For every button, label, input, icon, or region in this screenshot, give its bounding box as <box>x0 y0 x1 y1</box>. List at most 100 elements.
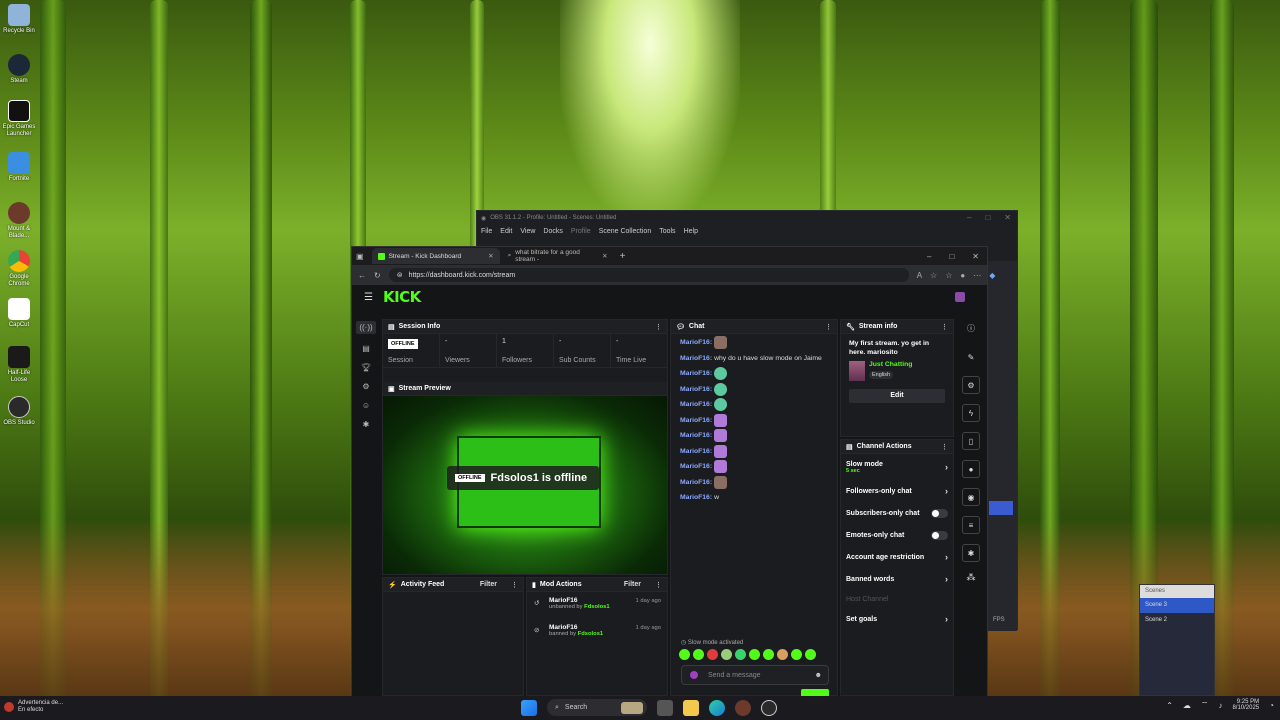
desktop-icon-obs[interactable]: OBS Studio <box>2 396 36 427</box>
minimize-icon[interactable]: – <box>927 252 931 261</box>
tab-bitrate-search[interactable]: ⌕ what bitrate for a good stream - ✕ <box>502 248 614 264</box>
more-options-icon[interactable]: ⋮ <box>941 323 948 331</box>
mount-blade-taskbar-icon[interactable] <box>735 699 751 716</box>
tab-actions-icon[interactable]: ▣ <box>356 252 364 261</box>
more-options-icon[interactable]: ⋮ <box>941 443 948 451</box>
menu-edit[interactable]: Edit <box>500 228 512 235</box>
read-aloud-icon[interactable]: A <box>917 271 922 280</box>
menu-profile[interactable]: Profile <box>571 228 591 235</box>
bot-icon[interactable]: ⚙ <box>962 376 980 394</box>
profile-avatar-icon[interactable]: ● <box>960 271 965 280</box>
emote-icon[interactable] <box>693 649 704 660</box>
scene-item[interactable]: Scene 3 <box>1140 598 1214 613</box>
chat-message-input[interactable]: Send a message ☻ <box>681 665 829 685</box>
emote-icon[interactable] <box>805 649 816 660</box>
emote-icon[interactable] <box>791 649 802 660</box>
tab-kick-dashboard[interactable]: Stream - Kick Dashboard ✕ <box>371 248 500 264</box>
favorites-icon[interactable]: ☆ <box>945 271 952 280</box>
chat-username[interactable]: MarioF16: <box>680 417 712 424</box>
desktop-icon-capcut[interactable]: CapCut <box>2 298 36 329</box>
taskbar-notification[interactable]: Advertencia de... En efecto <box>4 700 63 714</box>
desktop-icon-half-life[interactable]: Half-Life Loose <box>2 346 36 384</box>
category-name[interactable]: Just Chatting <box>869 361 912 368</box>
task-view-icon[interactable] <box>657 699 673 716</box>
taskbar-search[interactable]: ⌕ Search <box>547 699 647 716</box>
emote-icon[interactable] <box>763 649 774 660</box>
notification-bell-icon[interactable]: ◔ <box>1269 701 1274 710</box>
trophy-nav-icon[interactable]: 🏆︎ <box>361 363 371 372</box>
back-icon[interactable]: ← <box>358 271 366 280</box>
emote-icon[interactable] <box>721 649 732 660</box>
obs-taskbar-icon[interactable] <box>761 699 777 716</box>
lightning-icon[interactable]: ϟ <box>962 404 980 422</box>
chevron-up-icon[interactable]: ⌃ <box>1166 701 1173 710</box>
stack-icon[interactable]: ≡ <box>962 516 980 534</box>
new-tab-icon[interactable]: + <box>620 251 626 262</box>
emote-icon[interactable] <box>777 649 788 660</box>
close-icon[interactable]: ✕ <box>972 252 979 261</box>
subscribers-only-toggle[interactable] <box>931 508 948 518</box>
more-options-icon[interactable]: ⋮ <box>825 323 832 331</box>
scene-item[interactable]: Scene 2 <box>1140 613 1214 628</box>
chat-username[interactable]: MarioF16: <box>680 355 712 362</box>
bot-nav-icon[interactable]: ⚙ <box>362 382 369 391</box>
chat-username[interactable]: MarioF16: <box>680 448 712 455</box>
chat-username[interactable]: MarioF16: <box>680 494 712 501</box>
edit-pencil-icon[interactable]: ✎ <box>962 348 980 366</box>
obs-selected-row[interactable] <box>989 501 1013 515</box>
info-icon[interactable]: ⓘ <box>967 323 975 334</box>
more-options-icon[interactable]: ⋮ <box>655 323 662 331</box>
chat-username[interactable]: MarioF16: <box>680 370 712 377</box>
clock[interactable]: 9:25 PM 8/10/2025 <box>1232 699 1259 711</box>
menu-view[interactable]: View <box>520 228 535 235</box>
chat-username[interactable]: MarioF16: <box>680 401 712 408</box>
emotes-only-toggle[interactable] <box>931 530 948 540</box>
close-tab-icon[interactable]: ✕ <box>488 252 493 260</box>
favorite-star-icon[interactable]: ☆ <box>930 271 937 280</box>
close-icon[interactable]: ✕ <box>1004 213 1011 222</box>
more-options-icon[interactable]: ⋮ <box>511 581 518 589</box>
network-icon[interactable]: ⌔ <box>1201 700 1209 710</box>
menu-tools[interactable]: Tools <box>659 228 675 235</box>
desktop-icon-steam[interactable]: Steam <box>2 54 36 85</box>
menu-file[interactable]: File <box>481 228 492 235</box>
stream-nav-icon[interactable]: ((·)) <box>356 321 376 334</box>
copilot-icon[interactable]: ◆ <box>989 271 995 280</box>
more-options-icon[interactable]: ⋮ <box>655 581 662 589</box>
document-icon[interactable]: ▯ <box>962 432 980 450</box>
emote-icon[interactable] <box>679 649 690 660</box>
desktop-icon-mount-blade[interactable]: Mount & Blade... <box>2 202 36 240</box>
emoji-picker-icon[interactable]: ☻ <box>815 672 822 679</box>
hamburger-menu-icon[interactable]: ☰ <box>364 292 373 303</box>
onedrive-icon[interactable]: ☁ <box>1183 701 1191 710</box>
minimize-icon[interactable]: – <box>967 213 971 222</box>
emote-icon[interactable] <box>707 649 718 660</box>
emote-icon[interactable] <box>749 649 760 660</box>
file-explorer-icon[interactable] <box>683 699 699 716</box>
account-age-row[interactable]: Account age restriction › <box>841 546 953 568</box>
maximize-icon[interactable]: □ <box>949 252 954 261</box>
followers-only-row[interactable]: Followers-only chat › <box>841 480 953 502</box>
close-tab-icon[interactable]: ✕ <box>602 252 607 260</box>
edge-icon[interactable] <box>709 699 725 716</box>
windows-start-icon[interactable] <box>521 699 537 716</box>
refresh-icon[interactable]: ↻ <box>374 271 381 280</box>
chat-username[interactable]: MarioF16: <box>680 386 712 393</box>
emote-icon[interactable] <box>735 649 746 660</box>
chat-username[interactable]: MarioF16: <box>680 339 712 346</box>
edit-button[interactable]: Edit <box>849 389 945 403</box>
chat-username[interactable]: MarioF16: <box>680 432 712 439</box>
desktop-icon-chrome[interactable]: Google Chrome <box>2 250 36 288</box>
settings-nav-icon[interactable]: ✱ <box>363 420 370 429</box>
banned-words-row[interactable]: Banned words › <box>841 568 953 590</box>
slow-mode-row[interactable]: Slow mode 5 sec › <box>841 454 953 480</box>
desktop-icon-recycle-bin[interactable]: Recycle Bin <box>2 4 36 35</box>
share-icon[interactable]: ⁂ <box>967 572 976 583</box>
wrench-icon[interactable]: ✱ <box>962 544 980 562</box>
maximize-icon[interactable]: □ <box>985 213 990 222</box>
desktop-icon-epic-games[interactable]: Epic Games Launcher <box>2 100 36 138</box>
chat-username[interactable]: MarioF16: <box>680 463 712 470</box>
more-menu-icon[interactable]: ⋯ <box>973 271 981 280</box>
activity-filter-button[interactable]: Filter <box>480 581 497 588</box>
broadcast-icon[interactable]: ◉ <box>962 488 980 506</box>
